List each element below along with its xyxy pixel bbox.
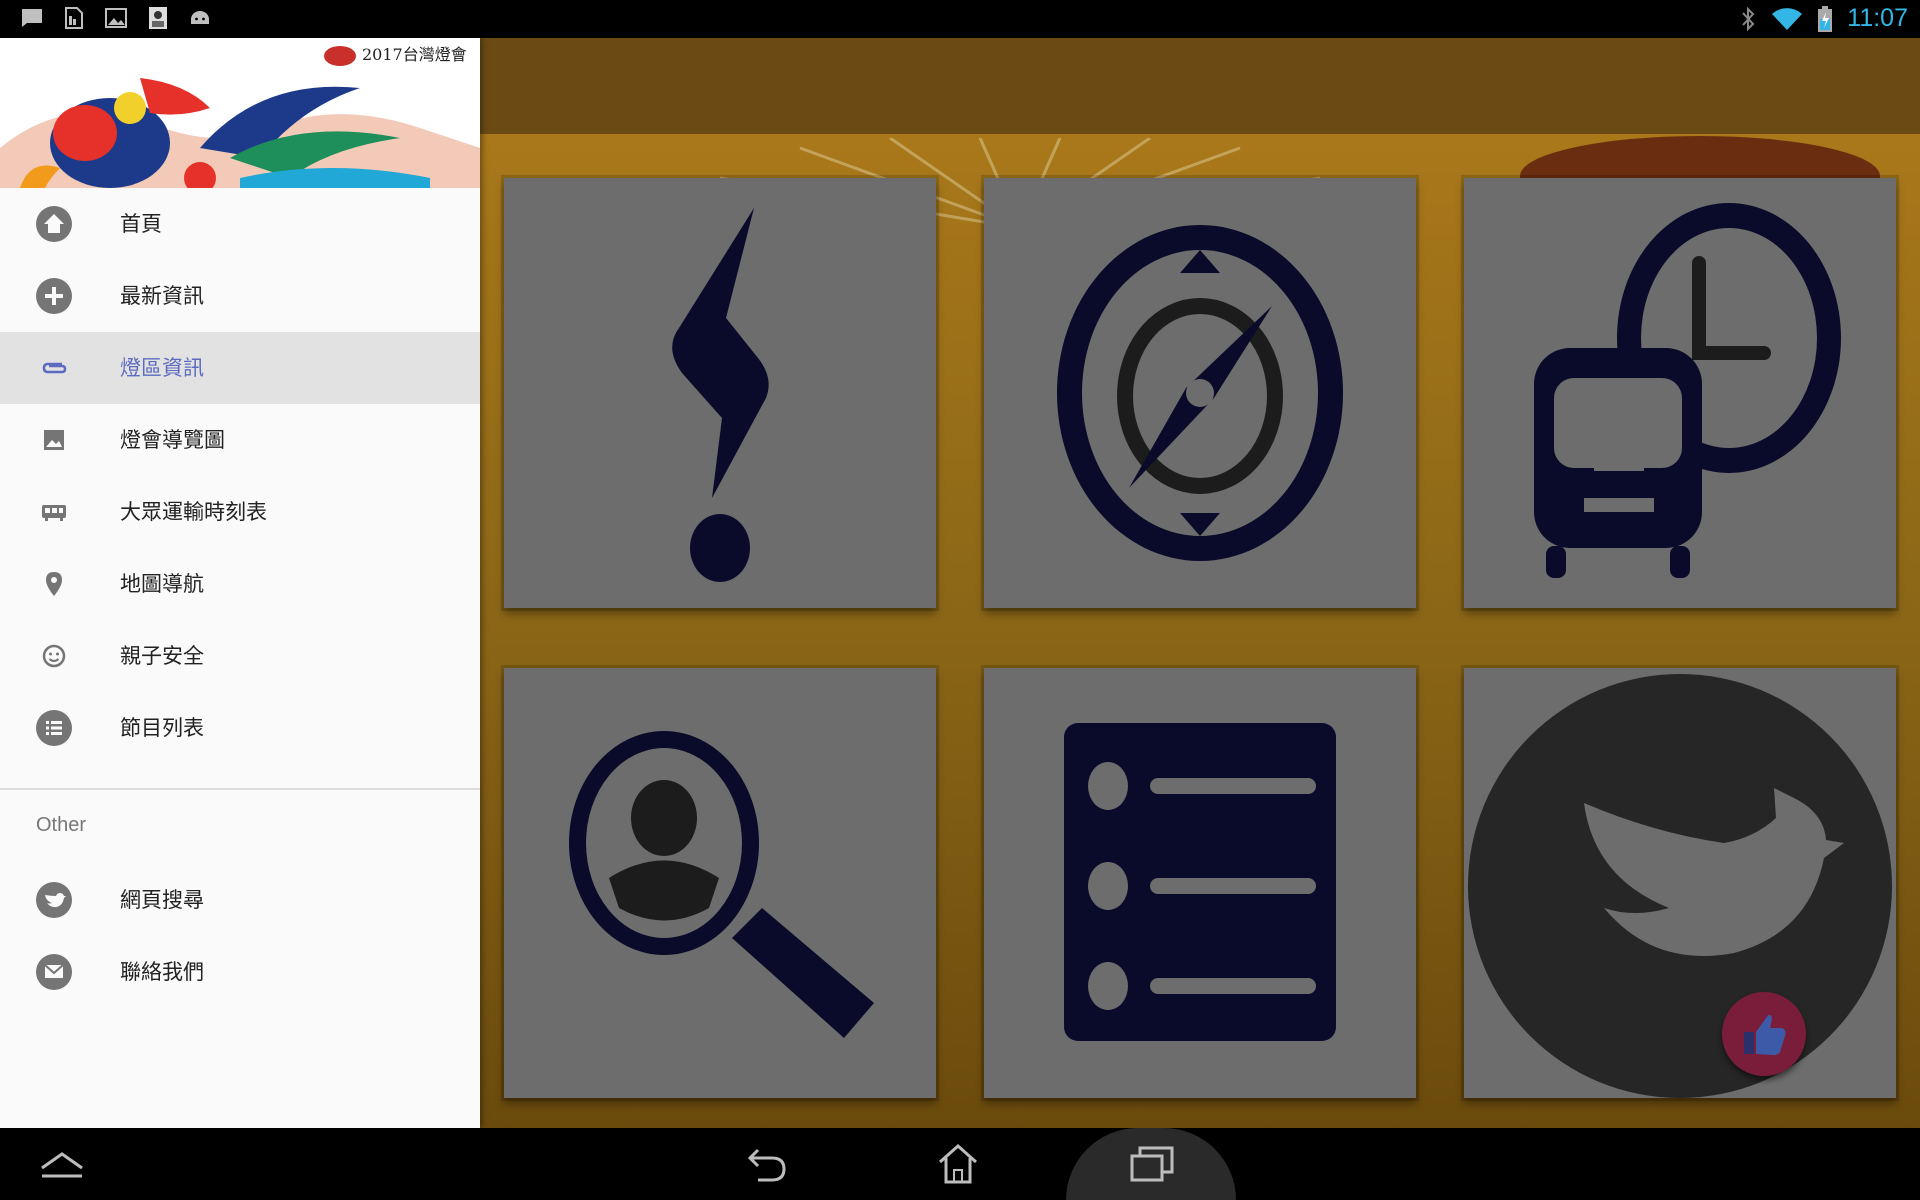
menu-label: 親子安全 bbox=[120, 644, 204, 668]
menu-item-child-safety[interactable]: 親子安全 bbox=[0, 620, 480, 692]
menu-label: 燈會導覽圖 bbox=[120, 428, 225, 452]
image-icon bbox=[105, 8, 127, 28]
home-icon bbox=[36, 206, 72, 242]
bus-icon bbox=[42, 505, 66, 521]
twitter-bird-icon bbox=[1468, 674, 1892, 1098]
menu-item-program-list[interactable]: 節目列表 bbox=[0, 692, 480, 764]
menu-item-news[interactable]: 最新資訊 bbox=[0, 260, 480, 332]
menu-label: 網頁搜尋 bbox=[120, 888, 204, 912]
bus-clock-icon bbox=[1534, 203, 1841, 578]
message-icon bbox=[22, 9, 42, 27]
plus-circle-icon bbox=[36, 278, 72, 314]
home-icon[interactable] bbox=[932, 1140, 984, 1188]
list-icon bbox=[1064, 723, 1336, 1041]
tile-map-navigation[interactable] bbox=[984, 178, 1416, 608]
status-bar: 11:07 bbox=[0, 0, 1920, 38]
system-navigation-bar bbox=[0, 1128, 1920, 1200]
app-thumbnail-icon bbox=[149, 7, 167, 29]
drawer-divider bbox=[0, 788, 480, 790]
tile-program-list[interactable] bbox=[984, 668, 1416, 1098]
tile-lantern-area-info[interactable] bbox=[504, 178, 936, 608]
header-logo-text: 2017台灣燈會 bbox=[362, 45, 467, 64]
wifi-icon bbox=[1772, 7, 1803, 30]
menu-label: 燈區資訊 bbox=[120, 356, 204, 380]
tile-child-safety[interactable] bbox=[504, 668, 936, 1098]
smiley-icon bbox=[42, 644, 66, 668]
drawer-menu: 首頁 最新資訊 燈區資訊 燈會導覽圖 大眾運輸時刻表 地圖導航 親子安全 節目列… bbox=[0, 188, 480, 764]
recents-icon[interactable] bbox=[1126, 1140, 1178, 1188]
battery-charging-icon bbox=[1818, 5, 1833, 32]
mail-icon bbox=[36, 954, 72, 990]
menu-item-home[interactable]: 首頁 bbox=[0, 188, 480, 260]
twitter-icon bbox=[36, 882, 72, 918]
menu-item-lantern-area[interactable]: 燈區資訊 bbox=[0, 332, 480, 404]
main-content bbox=[480, 38, 1920, 1128]
menu-item-guide-map[interactable]: 燈會導覽圖 bbox=[0, 404, 480, 476]
menu-label: 大眾運輸時刻表 bbox=[120, 500, 267, 524]
like-fab[interactable] bbox=[1722, 992, 1806, 1076]
navigation-drawer: 2017台灣燈會 首頁 最新資訊 燈區資訊 燈會導覽圖 大眾運輸時刻表 地圖導航 bbox=[0, 38, 480, 1128]
bluetooth-icon bbox=[1742, 6, 1755, 31]
menu-item-contact-us[interactable]: 聯絡我們 bbox=[0, 936, 480, 1008]
android-icon bbox=[191, 11, 209, 24]
menu-label: 首頁 bbox=[120, 212, 162, 236]
compass-icon bbox=[1057, 225, 1343, 561]
menu-label: 地圖導航 bbox=[120, 572, 204, 596]
image-icon bbox=[44, 430, 64, 450]
drawer-header-banner: 2017台灣燈會 bbox=[0, 38, 480, 188]
tile-web-search[interactable] bbox=[1464, 668, 1896, 1098]
back-icon[interactable] bbox=[742, 1140, 794, 1188]
drawer-other-menu: 網頁搜尋 聯絡我們 bbox=[0, 864, 480, 1008]
paperclip-icon bbox=[42, 362, 67, 374]
location-pin-icon bbox=[46, 572, 62, 596]
up-icon[interactable] bbox=[36, 1140, 88, 1188]
list-icon bbox=[36, 710, 72, 746]
menu-label: 節目列表 bbox=[120, 716, 204, 740]
menu-label: 最新資訊 bbox=[120, 284, 204, 308]
person-search-icon bbox=[569, 731, 874, 1038]
sim-icon bbox=[65, 7, 83, 29]
other-section-header: Other bbox=[36, 814, 87, 836]
exclamation-icon bbox=[672, 208, 769, 582]
rooster-artwork: 2017台灣燈會 bbox=[0, 38, 480, 188]
menu-item-transit[interactable]: 大眾運輸時刻表 bbox=[0, 476, 480, 548]
menu-label: 聯絡我們 bbox=[120, 960, 204, 984]
tile-transit-schedule[interactable] bbox=[1464, 178, 1896, 608]
top-band bbox=[480, 38, 1920, 134]
thumbs-up-icon bbox=[1744, 1015, 1786, 1055]
menu-item-map-navigation[interactable]: 地圖導航 bbox=[0, 548, 480, 620]
clock: 11:07 bbox=[1847, 4, 1908, 32]
menu-item-web-search[interactable]: 網頁搜尋 bbox=[0, 864, 480, 936]
